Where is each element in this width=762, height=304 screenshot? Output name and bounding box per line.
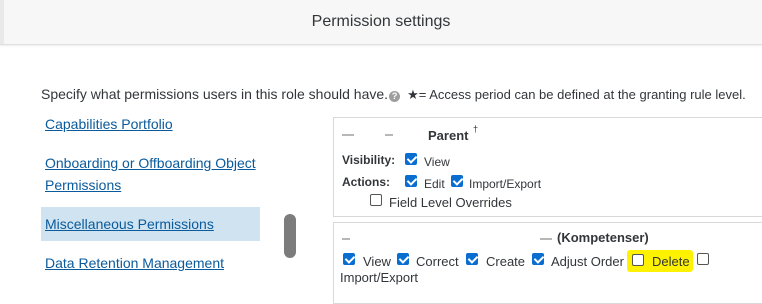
field-level-overrides-checkbox[interactable]: [370, 194, 382, 206]
import-export-label-2: Import/Export: [340, 270, 419, 285]
star-note: ★= Access period can be defined at the g…: [407, 87, 746, 102]
help-icon[interactable]: ?: [389, 91, 401, 102]
view-label: View: [363, 254, 391, 269]
visibility-view-label: View: [424, 155, 450, 169]
view-checkbox[interactable]: [343, 253, 355, 265]
nav-item-miscellaneous-permissions[interactable]: Miscellaneous Permissions: [45, 213, 214, 235]
delete-label: Delete: [652, 254, 690, 269]
redacted-text: [342, 238, 350, 240]
field-level-overrides-label: Field Level Overrides: [389, 195, 512, 210]
nav-item-capabilities-portfolio[interactable]: Capabilities Portfolio: [45, 113, 173, 135]
header-edge: [0, 0, 4, 44]
panel-title-parent: Parent: [428, 128, 469, 143]
scrollbar-thumb[interactable]: [284, 214, 296, 258]
intro-main: Specify what permissions users in this r…: [41, 86, 389, 102]
edit-checkbox[interactable]: [405, 175, 417, 187]
dialog-title: Permission settings: [311, 13, 451, 30]
adjust-order-label: Adjust Order: [551, 254, 624, 269]
visibility-view-checkbox[interactable]: [405, 153, 417, 165]
intro-text: Specify what permissions users in this r…: [41, 86, 746, 103]
actions-label: Actions:: [342, 175, 390, 189]
adjust-order-checkbox[interactable]: [532, 253, 544, 265]
delete-checkbox[interactable]: [632, 254, 644, 266]
correct-checkbox[interactable]: [397, 253, 409, 265]
redacted-text: [540, 238, 552, 240]
dialog-header: Permission settings: [0, 0, 762, 45]
import-export-checkbox[interactable]: [451, 175, 463, 187]
visibility-label: Visibility:: [342, 153, 396, 167]
create-checkbox[interactable]: [466, 253, 478, 265]
correct-label: Correct: [416, 254, 459, 269]
nav-item-onboarding-offboarding[interactable]: Onboarding or Offboarding Object: [45, 152, 256, 174]
nav-item-onboarding-offboarding-cont[interactable]: Permissions: [45, 174, 121, 196]
create-label: Create: [486, 254, 526, 269]
redacted-text: [385, 134, 393, 136]
nav-item-data-retention-management[interactable]: Data Retention Management: [45, 252, 224, 274]
panel-title-kompetenser: (Kompetenser): [557, 230, 649, 245]
import-export-label: Import/Export: [469, 177, 542, 191]
edit-label: Edit: [424, 177, 445, 191]
dagger-mark: †: [473, 124, 479, 134]
redacted-text: [342, 134, 354, 136]
import-export-checkbox-2[interactable]: [697, 253, 709, 265]
